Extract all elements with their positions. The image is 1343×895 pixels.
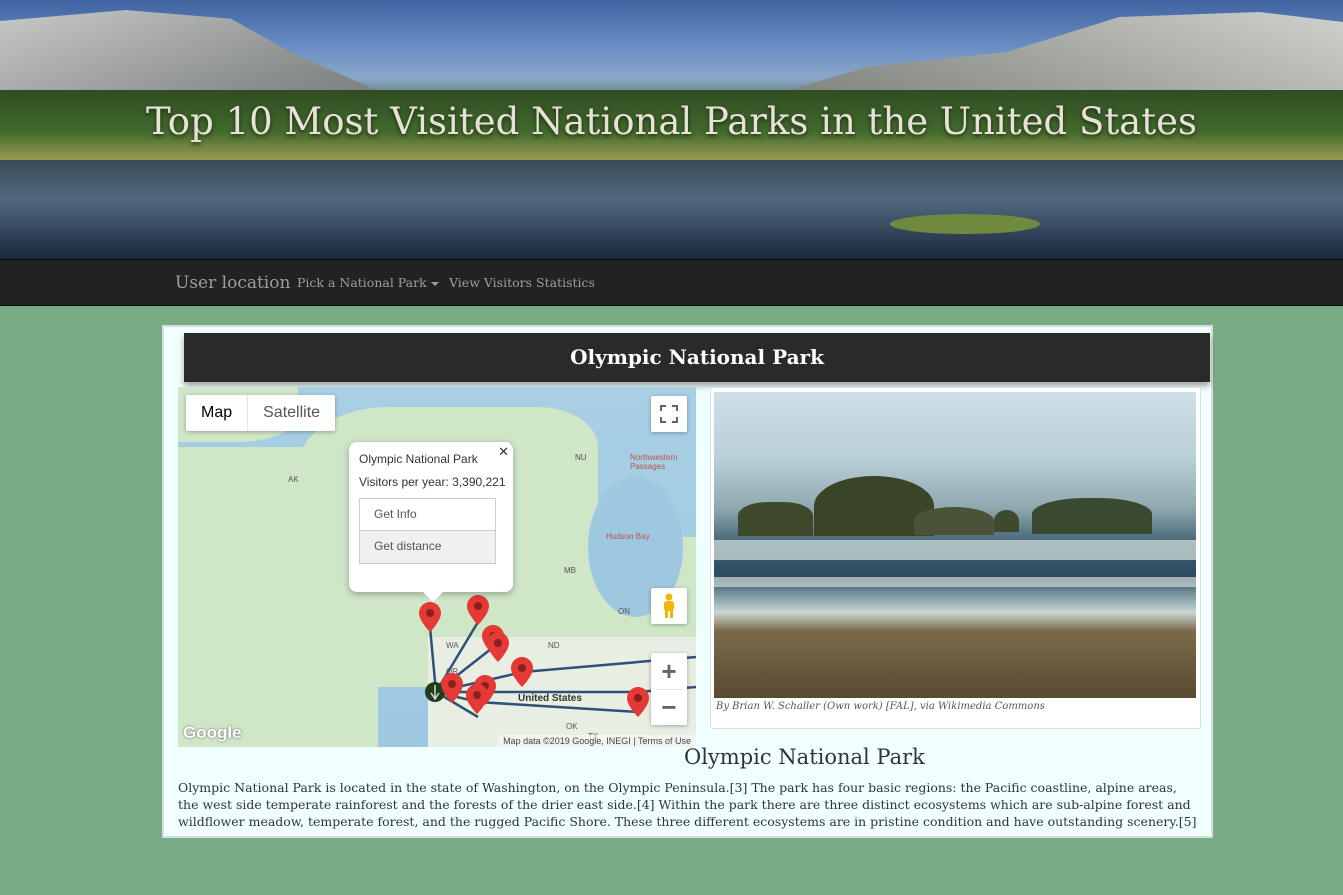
close-icon[interactable]: ✕ (498, 444, 509, 460)
map-pin-icon[interactable] (441, 673, 463, 703)
park-title: Olympic National Park (684, 745, 925, 769)
page-title: Top 10 Most Visited National Parks in th… (146, 100, 1197, 143)
map-label-northwest-passages: Northwestern Passages (630, 453, 678, 471)
park-image (714, 392, 1196, 698)
map-pin-icon[interactable] (487, 632, 509, 662)
map-type-control: Map Satellite (186, 395, 336, 431)
hero-banner: Top 10 Most Visited National Parks in th… (0, 0, 1343, 259)
google-logo: Google (183, 723, 242, 742)
park-panel: Olympic National Park AK NU Northwestern… (162, 325, 1213, 838)
map-label-ak: AK (288, 475, 299, 484)
map-data-credit: Map data ©2019 Google, INEGI (503, 736, 631, 746)
get-info-button[interactable]: Get Info (359, 498, 496, 531)
get-distance-button[interactable]: Get distance (359, 531, 496, 564)
park-description: Olympic National Park is located in the … (178, 780, 1197, 829)
park-header: Olympic National Park (184, 333, 1210, 382)
image-rock (738, 502, 813, 536)
map-label-on: ON (618, 607, 630, 616)
park-image-frame: By Brian W. Schaller (Own work) [FAL], v… (710, 387, 1201, 729)
image-rock (994, 510, 1019, 532)
view-statistics-link[interactable]: View Visitors Statistics (449, 275, 595, 290)
zoom-control: + − (651, 653, 687, 725)
pick-park-dropdown[interactable]: Pick a National Park (297, 275, 439, 290)
map-label-mb: MB (564, 566, 576, 575)
map-info-window: ✕ Olympic National Park Visitors per yea… (349, 442, 513, 602)
street-view-pegman[interactable] (651, 588, 687, 624)
map-pin-icon[interactable] (511, 657, 533, 687)
zoom-in-button[interactable]: + (661, 653, 676, 689)
image-rock (914, 507, 994, 535)
image-wave (714, 577, 1196, 587)
pick-park-label: Pick a National Park (297, 275, 427, 290)
caret-down-icon (430, 281, 439, 286)
map-label-wa: WA (446, 641, 459, 650)
image-wave (714, 540, 1196, 560)
map-type-satellite-button[interactable]: Satellite (248, 395, 335, 431)
info-window-title: Olympic National Park (359, 452, 478, 466)
nav-brand-user-location[interactable]: User location (175, 273, 290, 293)
info-window-visitors: Visitors per year: 3,390,221 (359, 475, 506, 489)
zoom-out-button[interactable]: − (661, 690, 676, 725)
map-label-nu: NU (575, 453, 587, 462)
fullscreen-button[interactable] (651, 396, 687, 432)
park-header-title: Olympic National Park (570, 345, 824, 369)
map-pin-icon[interactable] (627, 687, 649, 717)
map-attribution: Map data ©2019 Google, INEGI | Terms of … (498, 735, 696, 747)
map-label-hudson-bay: Hudson Bay (606, 532, 650, 541)
fullscreen-icon (660, 405, 678, 423)
navbar: User location Pick a National Park View … (0, 259, 1343, 306)
map-pin-icon[interactable] (419, 602, 441, 632)
hero-water (0, 160, 1343, 259)
map-label-ok: OK (566, 722, 578, 731)
map-label-nd: ND (548, 641, 560, 650)
map-pin-icon[interactable] (467, 595, 489, 625)
map-pin-icon[interactable] (466, 684, 488, 714)
image-rock (1032, 498, 1152, 534)
pegman-icon (664, 593, 674, 618)
map[interactable]: AK NU Northwestern Passages Hudson Bay M… (178, 387, 696, 747)
map-label-united-states: United States (518, 693, 582, 704)
hero-island (890, 214, 1040, 234)
image-caption: By Brian W. Schaller (Own work) [FAL], v… (716, 701, 1045, 712)
map-type-map-button[interactable]: Map (186, 395, 249, 431)
